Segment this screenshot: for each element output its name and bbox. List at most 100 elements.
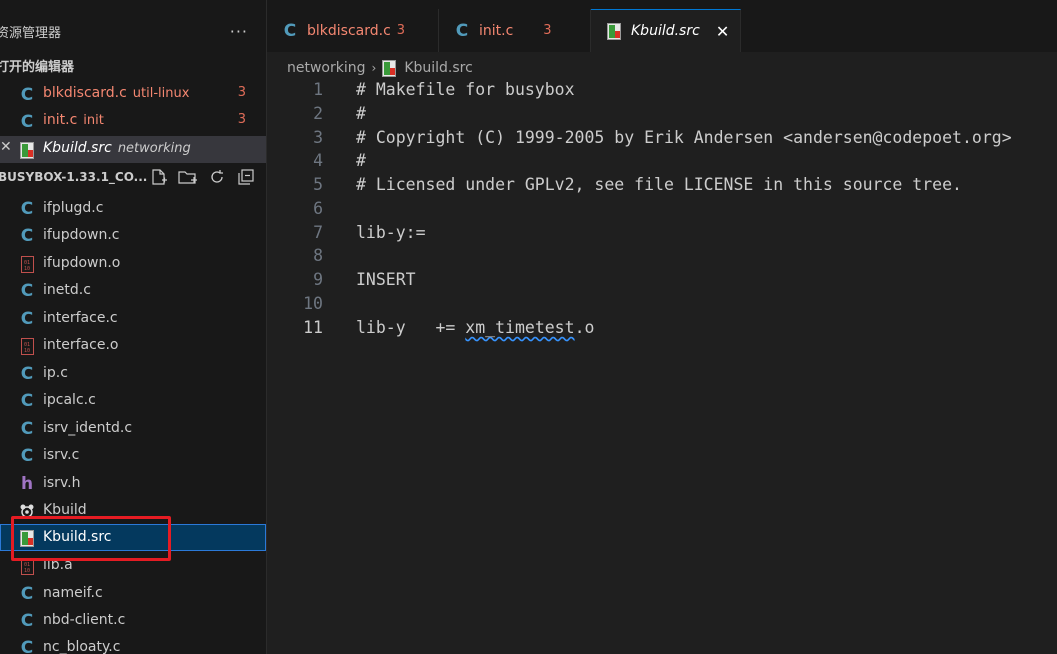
file-item-isrv-h[interactable]: h isrv.h [0, 470, 266, 497]
code-text: # [356, 104, 366, 123]
warning-squiggle[interactable]: xm_timetest [465, 318, 574, 337]
file-item-kbuild[interactable]: Kbuild [0, 497, 266, 524]
problem-count-badge: 3 [543, 23, 552, 38]
file-name: inetd.c [43, 282, 91, 298]
kbuild-icon [18, 501, 36, 521]
more-actions-icon[interactable]: ··· [230, 22, 248, 41]
close-tab-icon[interactable]: ✕ [716, 22, 729, 41]
c-file-icon: C [20, 199, 34, 219]
file-item-interface-o[interactable]: 01 10 interface.o [0, 332, 266, 359]
line-number: 7 [313, 223, 323, 242]
code-line: 6 [267, 199, 1057, 222]
file-item-ifplugd-c[interactable]: C ifplugd.c [0, 195, 266, 222]
open-editor-name: Kbuild.src [43, 140, 112, 156]
code-text: # Copyright (C) 1999-2005 by Erik Anders… [356, 128, 1012, 147]
line-number: 9 [313, 270, 323, 289]
file-item-nbd-client-c[interactable]: C nbd-client.c [0, 607, 266, 634]
c-file-icon: C [20, 391, 34, 411]
open-editor-init[interactable]: C init.c init 3 [0, 108, 266, 135]
refresh-icon[interactable] [207, 167, 227, 187]
tab-init[interactable]: C init.c 3 [439, 9, 591, 52]
c-file-icon: C [455, 20, 469, 41]
code-text: # [356, 151, 366, 170]
open-editor-name: init.c [43, 112, 78, 128]
file-item-isrv-identd-c[interactable]: C isrv_identd.c [0, 415, 266, 442]
c-file-icon: C [283, 20, 297, 41]
c-file-icon: C [20, 85, 34, 105]
breadcrumb-file-name: Kbuild.src [404, 60, 473, 76]
folder-header[interactable]: BUSYBOX-1.33.1_CO... [0, 164, 266, 190]
breadcrumb-file[interactable]: Kbuild.src [382, 59, 473, 77]
code-text: lib-y += [356, 318, 466, 337]
code-line: 11 lib-y += xm_timetest.o [267, 318, 1057, 341]
problem-count-badge: 3 [396, 23, 406, 38]
breadcrumb-folder[interactable]: networking [287, 60, 366, 76]
code-line: 2 # [267, 104, 1057, 127]
c-file-icon: C [20, 281, 34, 301]
file-name: ifplugd.c [43, 200, 104, 216]
code-line: 4 # [267, 151, 1057, 174]
code-editor[interactable]: 1 # Makefile for busybox 2 # 3 # Copyrig… [267, 80, 1057, 654]
c-file-icon: C [20, 112, 34, 132]
tab-label: init.c [479, 22, 514, 39]
file-name: nbd-client.c [43, 612, 126, 628]
open-editor-blkdiscard[interactable]: C blkdiscard.c util-linux 3 [0, 81, 266, 108]
code-text: .o [574, 318, 595, 337]
file-name: interface.c [43, 310, 118, 326]
explorer-header: 资源管理器 ··· [0, 10, 266, 52]
open-editor-desc: networking [117, 141, 191, 156]
code-text: lib-y:= [356, 223, 426, 242]
file-item-interface-c[interactable]: C interface.c [0, 305, 266, 332]
code-line: 9 INSERT [267, 270, 1057, 293]
file-item-isrv-c[interactable]: C isrv.c [0, 442, 266, 469]
kbuild-src-icon [605, 22, 623, 40]
svg-text:10: 10 [24, 568, 30, 574]
explorer-sidebar: 资源管理器 ··· 打开的编辑器 C blkdiscard.c util-linu… [0, 0, 267, 654]
c-file-icon: C [20, 446, 34, 466]
file-item-ifupdown-c[interactable]: C ifupdown.c [0, 222, 266, 249]
tab-blkdiscard[interactable]: C blkdiscard.c 3 [267, 9, 439, 52]
c-file-icon: C [20, 226, 34, 246]
chevron-right-icon: › [371, 61, 377, 75]
open-editor-kbuild-src[interactable]: ✕ Kbuild.src networking [0, 136, 266, 163]
binary-file-icon: 01 10 [18, 254, 36, 274]
file-name: Kbuild.src [43, 529, 112, 545]
code-line: 7 lib-y:= [267, 223, 1057, 246]
c-file-icon: C [20, 364, 34, 384]
line-number: 5 [313, 175, 323, 194]
collapse-all-icon[interactable] [236, 167, 256, 187]
file-item-kbuild-src[interactable]: Kbuild.src [0, 524, 266, 551]
tab-kbuild-src[interactable]: Kbuild.src ✕ [591, 9, 741, 52]
line-number: 1 [313, 80, 323, 99]
file-name: nameif.c [43, 585, 103, 601]
close-editor-icon[interactable]: ✕ [0, 139, 12, 155]
new-folder-icon[interactable] [178, 167, 198, 187]
file-item-nc-bloaty-c[interactable]: C nc_bloaty.c [0, 634, 266, 654]
new-file-icon[interactable] [149, 167, 169, 187]
open-editor-name: blkdiscard.c [43, 85, 127, 101]
file-item-inetd-c[interactable]: C inetd.c [0, 277, 266, 304]
code-line: 8 [267, 246, 1057, 269]
file-item-lib-a[interactable]: 01 10 lib.a [0, 552, 266, 579]
folder-actions [149, 167, 256, 187]
file-name: Kbuild [43, 502, 87, 518]
kbuild-src-icon [382, 59, 397, 77]
open-editor-desc: util-linux [132, 86, 190, 101]
file-name: nc_bloaty.c [43, 639, 121, 654]
file-item-ip-c[interactable]: C ip.c [0, 360, 266, 387]
open-editors-title[interactable]: 打开的编辑器 [0, 57, 74, 79]
file-item-ifupdown-o[interactable]: 01 10 ifupdown.o [0, 250, 266, 277]
kbuild-src-icon [18, 528, 36, 548]
tab-label: blkdiscard.c [307, 22, 391, 39]
h-file-icon: h [20, 474, 34, 494]
folder-title: BUSYBOX-1.33.1_CO... [0, 170, 148, 184]
file-name: isrv.c [43, 447, 80, 463]
file-item-ipcalc-c[interactable]: C ipcalc.c [0, 387, 266, 414]
c-file-icon: C [20, 584, 34, 604]
open-editor-desc: init [83, 113, 104, 128]
file-item-nameif-c[interactable]: C nameif.c [0, 580, 266, 607]
svg-text:10: 10 [24, 348, 30, 354]
line-number: 2 [313, 104, 323, 123]
c-file-icon: C [20, 309, 34, 329]
kbuild-src-icon [18, 140, 36, 160]
